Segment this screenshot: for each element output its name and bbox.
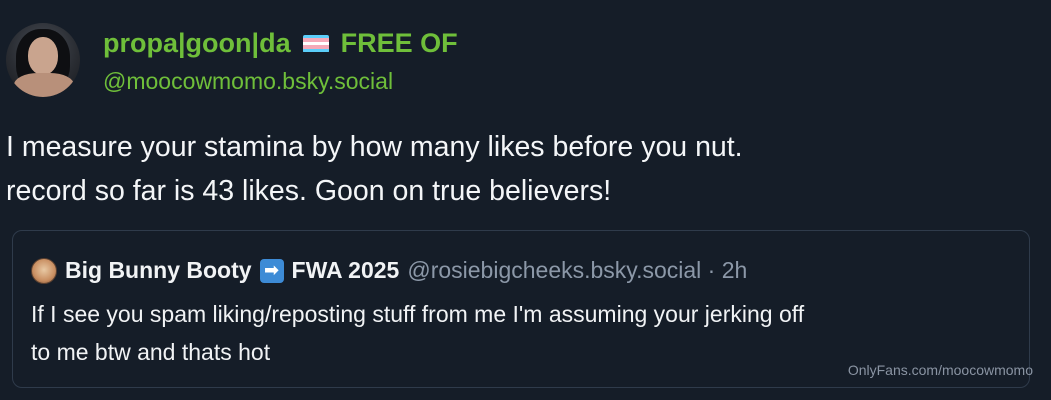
author-display-name[interactable]: propa|goon|da FREE OF (103, 28, 458, 59)
quoted-text-line: If I see you spam liking/reposting stuff… (31, 301, 805, 327)
trans-flag-icon (302, 34, 329, 53)
quoted-post-header: Big Bunny Booty ➡ FWA 2025 @rosiebigchee… (31, 257, 747, 284)
quoted-name-part2: FWA 2025 (291, 257, 400, 283)
avatar-face (28, 37, 58, 75)
post-text: I measure your stamina by how many likes… (6, 125, 1036, 213)
quoted-name-part1: Big Bunny Booty (65, 257, 252, 283)
author-avatar[interactable] (6, 23, 80, 97)
author-name-part1: propa|goon|da (103, 28, 291, 58)
post-text-line: I measure your stamina by how many likes… (6, 131, 743, 163)
author-handle[interactable]: @moocowmomo.bsky.social (103, 68, 393, 95)
quoted-author-name[interactable]: Big Bunny Booty ➡ FWA 2025 (65, 257, 399, 284)
quoted-handle-time[interactable]: @rosiebigcheeks.bsky.social · 2h (407, 257, 747, 284)
avatar-body (14, 73, 74, 97)
right-arrow-icon: ➡ (259, 258, 284, 283)
watermark: OnlyFans.com/moocowmomo (847, 362, 1033, 378)
post-text-line: record so far is 43 likes. Goon on true … (6, 175, 612, 207)
bunny-avatar-icon[interactable] (31, 257, 57, 284)
author-name-part2: FREE OF (340, 28, 458, 58)
quoted-post-text: If I see you spam liking/reposting stuff… (31, 295, 1021, 371)
